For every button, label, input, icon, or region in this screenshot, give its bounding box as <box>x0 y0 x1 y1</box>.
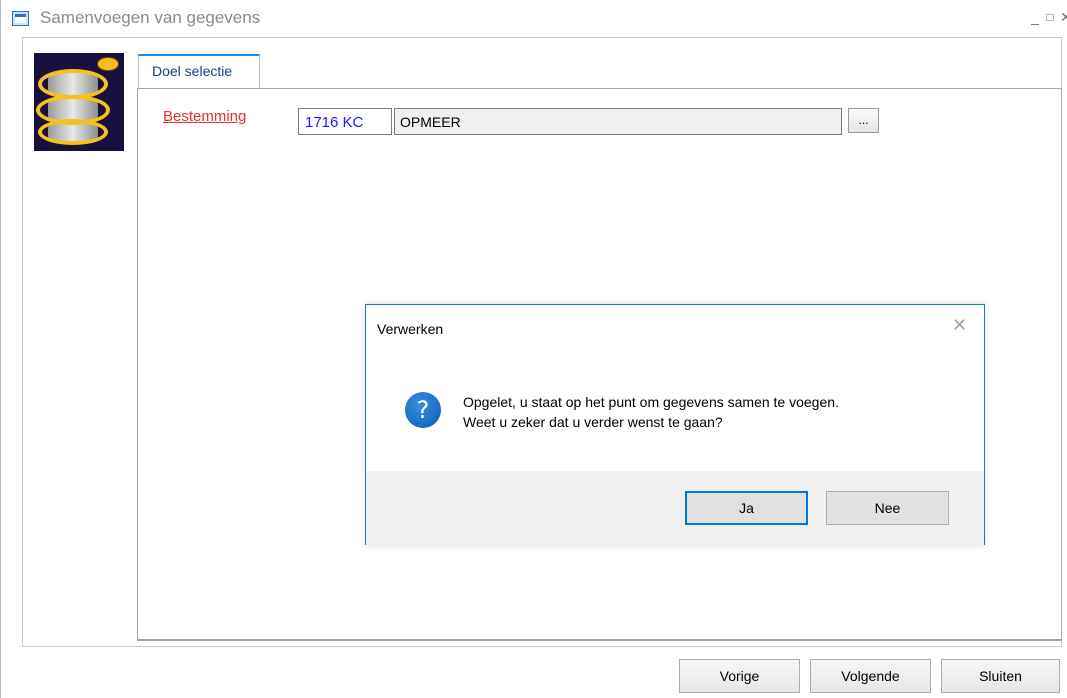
yes-button[interactable]: Ja <box>685 491 808 525</box>
postal-code-field[interactable]: 1716 KC <box>298 108 392 135</box>
window-titlebar[interactable]: Samenvoegen van gegevens _ □ ✕ <box>12 0 1067 38</box>
close-icon[interactable]: ✕ <box>1058 9 1067 26</box>
confirm-dialog: Verwerken ✕ ? Opgelet, u staat op het pu… <box>365 304 985 545</box>
no-button[interactable]: Nee <box>826 491 949 525</box>
destination-link[interactable]: Bestemming <box>163 108 246 125</box>
app-window-icon <box>12 11 29 26</box>
tab-doel-selectie[interactable]: Doel selectie <box>138 54 260 88</box>
minimize-icon[interactable]: _ <box>1027 9 1043 25</box>
dialog-message: Opgelet, u staat op het punt om gegevens… <box>463 392 839 432</box>
browse-button[interactable]: ... <box>848 108 879 133</box>
dialog-message-line1: Opgelet, u staat op het punt om gegevens… <box>463 394 839 410</box>
badge-icon <box>97 57 119 71</box>
previous-button[interactable]: Vorige <box>679 659 800 693</box>
database-merge-logo <box>34 53 124 151</box>
dialog-close-icon[interactable]: ✕ <box>952 315 967 336</box>
close-button[interactable]: Sluiten <box>941 659 1060 693</box>
dialog-title: Verwerken <box>377 321 444 337</box>
window-left-border <box>0 0 1 698</box>
window-title: Samenvoegen van gegevens <box>40 8 261 27</box>
city-field[interactable]: OPMEER <box>394 108 842 135</box>
next-button[interactable]: Volgende <box>810 659 931 693</box>
question-icon: ? <box>405 392 441 428</box>
dialog-button-bar: Ja Nee <box>366 471 984 545</box>
dialog-message-line2: Weet u zeker dat u verder wenst te gaan? <box>463 414 723 430</box>
maximize-icon[interactable]: □ <box>1042 10 1058 24</box>
